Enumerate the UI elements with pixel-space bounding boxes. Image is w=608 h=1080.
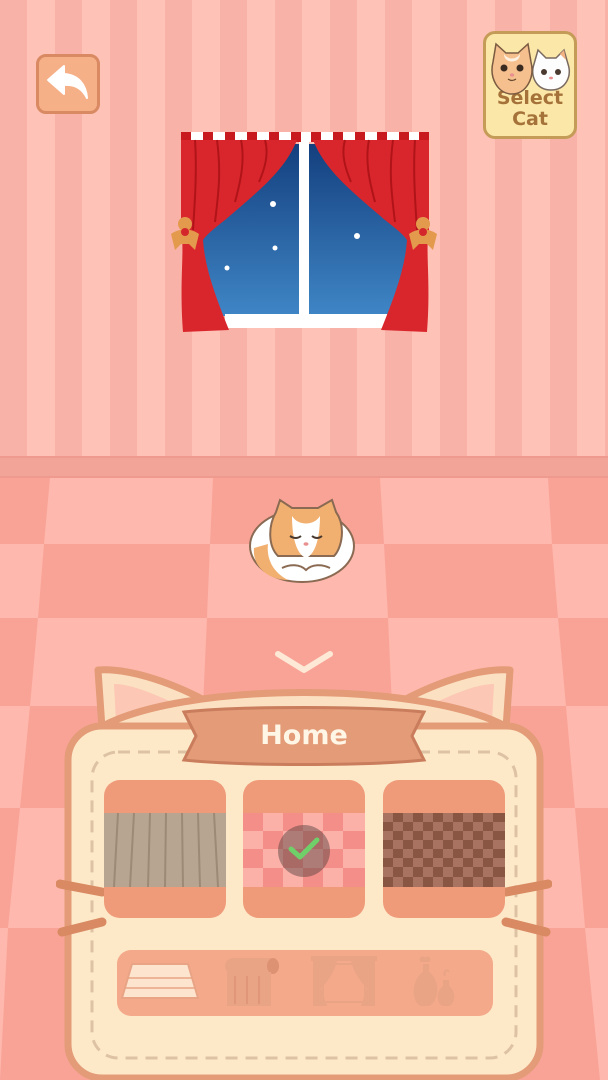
curtain-icon	[309, 954, 379, 1012]
option-wood-floor[interactable]	[104, 780, 226, 918]
tab-floor[interactable]	[117, 950, 203, 1016]
back-arrow-icon	[46, 62, 90, 106]
wallpaper-roll-icon	[217, 954, 287, 1012]
category-bar	[117, 950, 493, 1016]
wood-floor-swatch	[104, 813, 226, 887]
option-brown-check-floor[interactable]	[383, 780, 505, 918]
cats-icon	[490, 40, 576, 102]
back-button[interactable]	[36, 54, 100, 114]
tab-decor[interactable]	[393, 950, 479, 1016]
selected-check-badge	[278, 825, 330, 877]
brown-check-floor-swatch	[383, 813, 505, 887]
vase-icon	[401, 952, 471, 1014]
baseboard	[0, 456, 608, 478]
sleeping-cat[interactable]	[246, 496, 358, 584]
panel-title: Home	[260, 720, 348, 751]
tab-curtain[interactable]	[301, 950, 387, 1016]
floor-icon	[120, 958, 200, 1008]
option-pink-check-floor[interactable]	[243, 780, 365, 918]
window	[171, 132, 437, 332]
select-cat-button[interactable]: Select Cat	[483, 31, 577, 139]
tab-wallpaper[interactable]	[209, 950, 295, 1016]
checkmark-icon	[287, 836, 321, 866]
